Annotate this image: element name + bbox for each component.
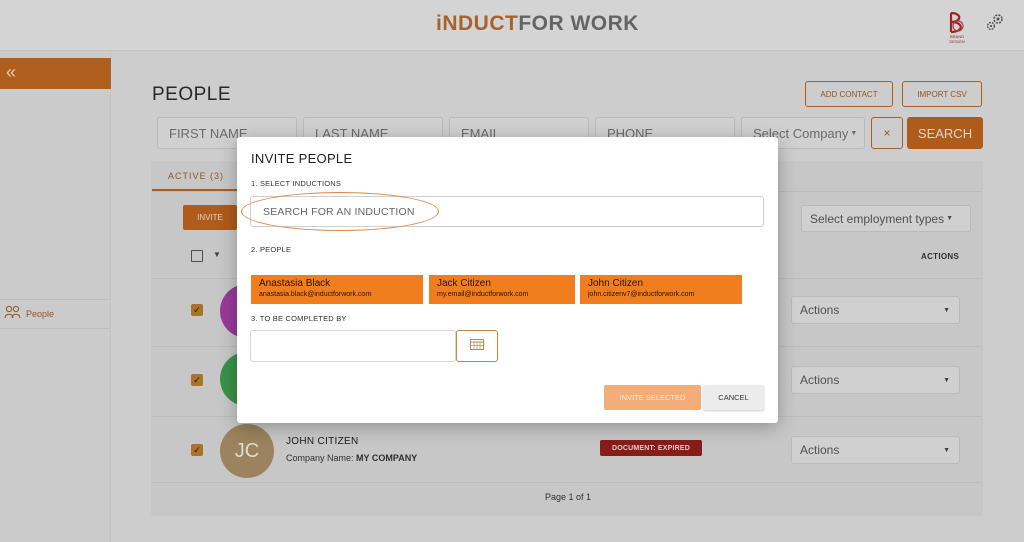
person-chip[interactable]: Jack Citizen my.email@inductforwork.com bbox=[429, 275, 575, 304]
section-label-people: 2. PEOPLE bbox=[251, 245, 292, 254]
person-chip[interactable]: John Citizen john.citizenv7@inductforwor… bbox=[580, 275, 742, 304]
invite-selected-button[interactable]: INVITE SELECTED bbox=[604, 385, 701, 410]
section-label-due-date: 3. TO BE COMPLETED BY bbox=[251, 314, 347, 323]
due-date-input[interactable] bbox=[250, 330, 456, 362]
calendar-icon bbox=[470, 337, 484, 355]
person-chip[interactable]: Anastasia Black anastasia.black@inductfo… bbox=[251, 275, 423, 304]
calendar-button[interactable] bbox=[456, 330, 498, 362]
cancel-button[interactable]: CANCEL bbox=[703, 385, 764, 410]
modal-title: INVITE PEOPLE bbox=[251, 151, 353, 166]
section-label-inductions: 1. SELECT INDUCTIONS bbox=[251, 179, 342, 188]
highlight-annotation bbox=[241, 192, 439, 231]
invite-people-modal: INVITE PEOPLE 1. SELECT INDUCTIONS SEARC… bbox=[237, 137, 778, 423]
